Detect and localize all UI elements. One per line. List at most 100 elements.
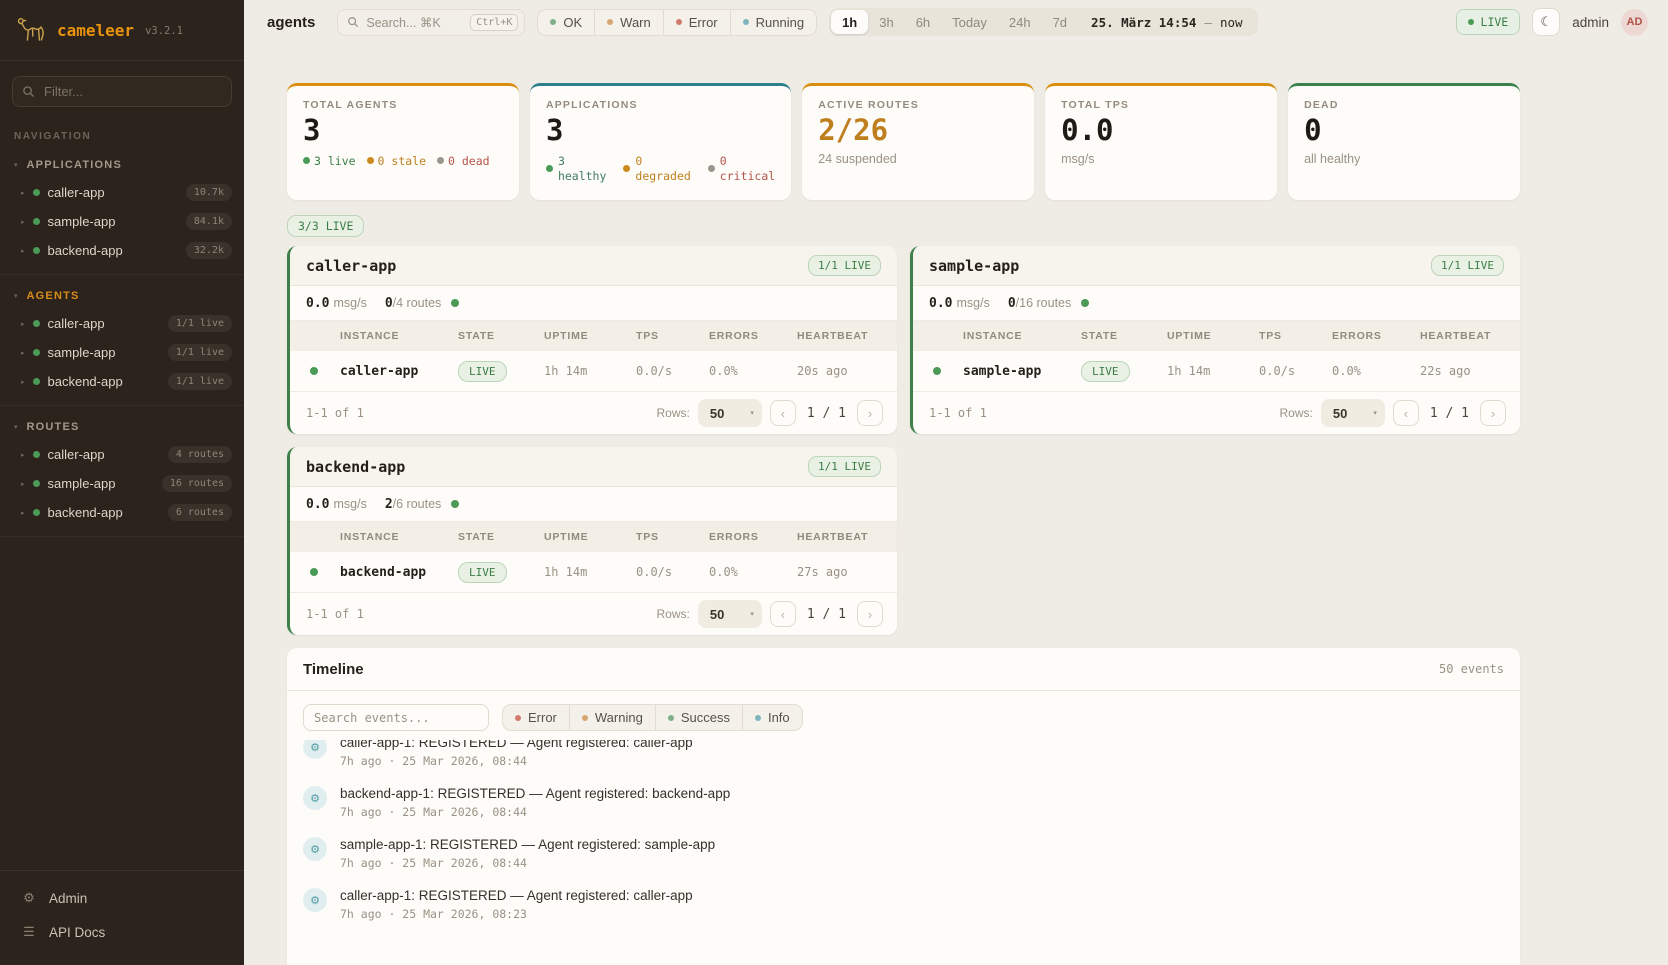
prev-page-button[interactable]: ‹ — [770, 601, 796, 627]
registered-event-icon: ⚙ — [303, 786, 327, 810]
timeline-event[interactable]: ⚙ caller-app-1: REGISTERED — Agent regis… — [303, 740, 1504, 777]
timeline-filter-error[interactable]: Error — [503, 705, 569, 730]
rows-per-page-select[interactable]: 50 ▾ — [1321, 399, 1385, 427]
prev-page-button[interactable]: ‹ — [770, 400, 796, 426]
app-card-title: caller-app — [306, 257, 396, 275]
filter-ok-button[interactable]: OK — [538, 10, 594, 35]
range-today-button[interactable]: Today — [941, 10, 998, 34]
live-badge: 1/1 live — [168, 344, 232, 361]
range-7d-button[interactable]: 7d — [1042, 10, 1078, 34]
timeline-search-input[interactable] — [303, 704, 489, 731]
sidebar-item-sample-app[interactable]: ▸ sample-app 84.1k — [0, 207, 244, 236]
sidebar-item-caller-app-agents[interactable]: ▸ caller-app 1/1 live — [0, 309, 244, 338]
range-3h-button[interactable]: 3h — [868, 10, 904, 34]
sidebar-item-backend-app[interactable]: ▸ backend-app 32.2k — [0, 236, 244, 265]
overall-live-badge: 3/3 LIVE — [287, 215, 364, 237]
timeline-filter-success[interactable]: Success — [655, 705, 742, 730]
critical-dot — [708, 165, 715, 172]
timeline-filter-info[interactable]: Info — [742, 705, 802, 730]
app-health-dot — [451, 299, 459, 307]
live-dot — [1468, 19, 1474, 25]
avatar[interactable]: AD — [1621, 9, 1648, 36]
applications-value: 3 — [546, 115, 775, 147]
timeline-filter-warning[interactable]: Warning — [569, 705, 655, 730]
caret-right-icon: ▸ — [21, 378, 25, 386]
ok-dot — [550, 19, 556, 25]
prev-page-button[interactable]: ‹ — [1393, 400, 1419, 426]
range-6h-button[interactable]: 6h — [905, 10, 941, 34]
caret-right-icon: ▸ — [21, 218, 25, 226]
status-dot — [33, 480, 40, 487]
sidebar-item-backend-app-routes[interactable]: ▸ backend-app 6 routes — [0, 498, 244, 527]
sidebar-item-sample-app-routes[interactable]: ▸ sample-app 16 routes — [0, 469, 244, 498]
section-header-agents[interactable]: ▾ AGENTS — [0, 281, 244, 309]
next-page-button[interactable]: › — [1480, 400, 1506, 426]
app-health-dot — [451, 500, 459, 508]
sidebar-item-backend-app-agents[interactable]: ▸ backend-app 1/1 live — [0, 367, 244, 396]
registered-event-icon: ⚙ — [303, 888, 327, 912]
section-header-routes[interactable]: ▾ ROUTES — [0, 412, 244, 440]
active-routes-value: 2/26 — [818, 115, 1018, 147]
next-page-button[interactable]: › — [857, 601, 883, 627]
dead-dot — [437, 157, 444, 164]
table-row[interactable]: backend-app LIVE 1h 14m 0.0/s 0.0% 27s a… — [290, 552, 897, 593]
degraded-dot — [623, 165, 630, 172]
topbar: agents Search... ⌘K Ctrl+K OK Warn Error — [244, 0, 1668, 44]
error-dot — [515, 715, 521, 721]
range-1h-button[interactable]: 1h — [831, 10, 868, 34]
state-badge: LIVE — [458, 361, 507, 382]
sidebar-item-admin[interactable]: ⚙ Admin — [0, 881, 244, 915]
filter-error-button[interactable]: Error — [663, 10, 730, 35]
routes-badge: 16 routes — [162, 475, 232, 492]
theme-toggle-button[interactable]: ☾ — [1532, 8, 1560, 36]
count-badge: 84.1k — [186, 213, 232, 230]
time-from: 25. März 14:54 — [1091, 15, 1196, 30]
next-page-button[interactable]: › — [857, 400, 883, 426]
timeline-event[interactable]: ⚙ sample-app-1: REGISTERED — Agent regis… — [303, 828, 1504, 879]
timeline-event[interactable]: ⚙ backend-app-1: REGISTERED — Agent regi… — [303, 777, 1504, 828]
sidebar-filter-input[interactable] — [12, 76, 232, 107]
filter-warn-button[interactable]: Warn — [594, 10, 663, 35]
search-input[interactable]: Search... ⌘K Ctrl+K — [337, 9, 525, 36]
app-routes-active: 0 — [1008, 296, 1016, 311]
registered-event-icon: ⚙ — [303, 740, 327, 759]
caret-right-icon: ▸ — [21, 480, 25, 488]
rows-per-page-select[interactable]: 50 ▾ — [698, 399, 762, 427]
row-range: 1-1 of 1 — [306, 607, 364, 621]
filter-running-button[interactable]: Running — [730, 10, 816, 35]
sidebar-item-caller-app-routes[interactable]: ▸ caller-app 4 routes — [0, 440, 244, 469]
caret-right-icon: ▸ — [21, 320, 25, 328]
timeline-event[interactable]: ⚙ caller-app-1: REGISTERED — Agent regis… — [303, 879, 1504, 930]
sidebar-section-agents: ▾ AGENTS ▸ caller-app 1/1 live ▸ sample-… — [0, 275, 244, 406]
timeline-events-list[interactable]: ⚙ caller-app-1: REGISTERED — Agent regis… — [287, 740, 1520, 965]
sidebar-section-routes: ▾ ROUTES ▸ caller-app 4 routes ▸ sample-… — [0, 406, 244, 537]
sidebar-item-api-docs[interactable]: ☰ API Docs — [0, 915, 244, 949]
live-badge: 1/1 live — [168, 315, 232, 332]
status-dot — [33, 189, 40, 196]
menu-icon: ☰ — [22, 924, 36, 940]
app-live-badge: 1/1 LIVE — [808, 456, 881, 477]
search-icon — [347, 16, 359, 28]
app-logo[interactable]: cameleer v3.2.1 — [0, 0, 244, 61]
warning-dot — [582, 715, 588, 721]
timeline-filter-group: Error Warning Success Info — [502, 704, 803, 731]
app-name: cameleer — [57, 21, 134, 40]
live-badge: 1/1 live — [168, 373, 232, 390]
range-24h-button[interactable]: 24h — [998, 10, 1042, 34]
rows-per-page-select[interactable]: 50 ▾ — [698, 600, 762, 628]
caret-right-icon: ▸ — [21, 189, 25, 197]
state-badge: LIVE — [1081, 361, 1130, 382]
table-row[interactable]: sample-app LIVE 1h 14m 0.0/s 0.0% 22s ag… — [913, 351, 1520, 392]
stat-card-active-routes: ACTIVE ROUTES 2/26 24 suspended — [802, 83, 1034, 200]
table-row[interactable]: caller-app LIVE 1h 14m 0.0/s 0.0% 20s ag… — [290, 351, 897, 392]
sidebar-item-caller-app[interactable]: ▸ caller-app 10.7k — [0, 178, 244, 207]
table-header: INSTANCE STATE UPTIME TPS ERRORS HEARTBE… — [913, 321, 1520, 351]
registered-event-icon: ⚙ — [303, 837, 327, 861]
count-badge: 32.2k — [186, 242, 232, 259]
moon-icon: ☾ — [1540, 14, 1552, 30]
stat-card-applications: APPLICATIONS 3 3 healthy 0 degraded 0 cr… — [530, 83, 791, 200]
sidebar-footer: ⚙ Admin ☰ API Docs — [0, 870, 244, 965]
sidebar-item-sample-app-agents[interactable]: ▸ sample-app 1/1 live — [0, 338, 244, 367]
username: admin — [1572, 15, 1609, 30]
section-header-applications[interactable]: ▾ APPLICATIONS — [0, 150, 244, 178]
